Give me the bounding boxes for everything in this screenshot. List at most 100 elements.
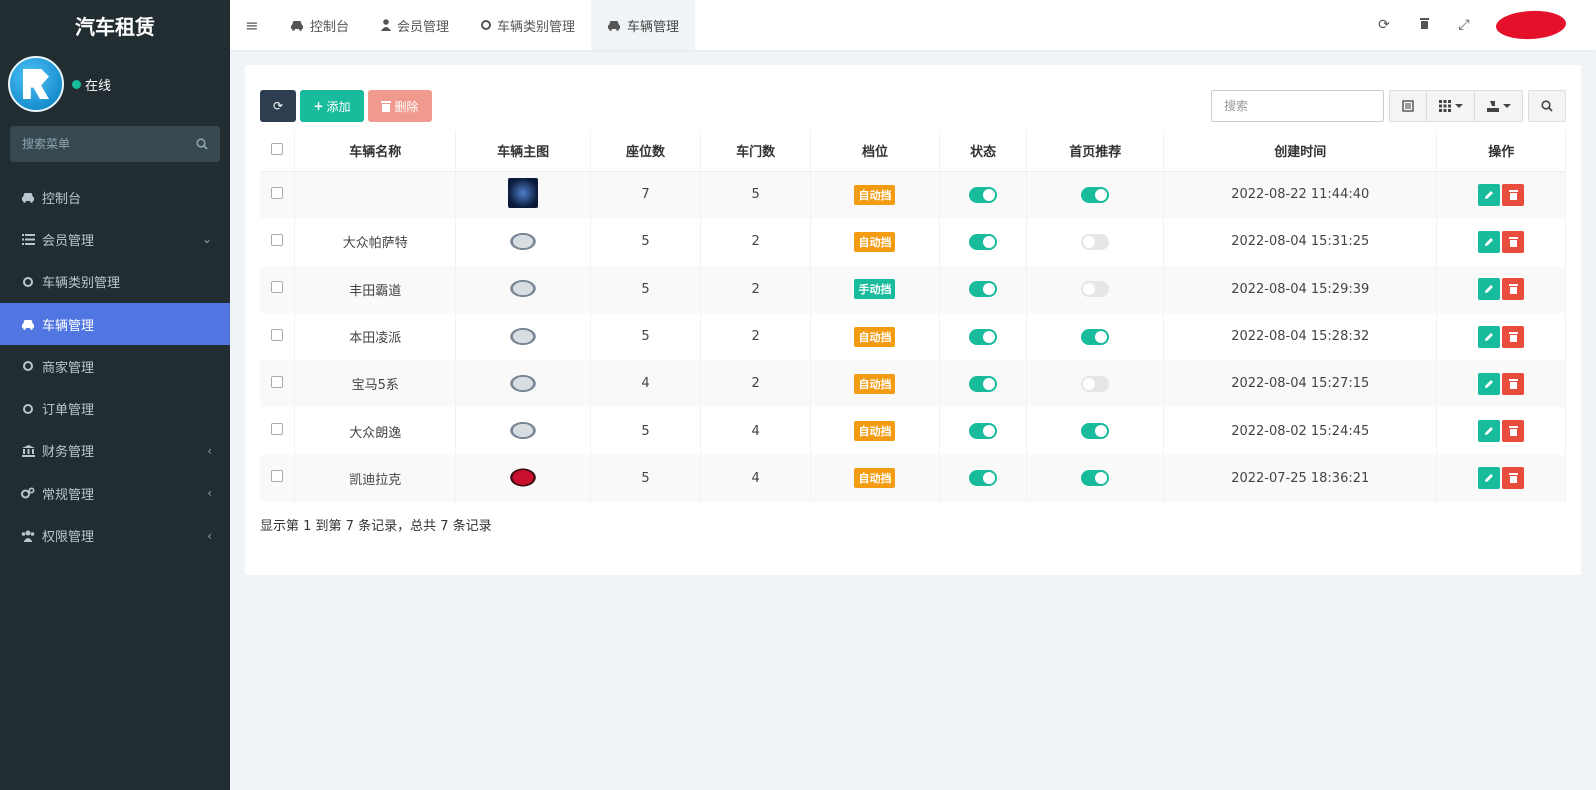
add-button[interactable]: + 添加	[300, 90, 364, 122]
refresh-button[interactable]: ⟳	[260, 90, 296, 122]
trash-icon	[1508, 331, 1518, 342]
recommend-toggle[interactable]	[1081, 281, 1110, 298]
column-header[interactable]: 档位	[810, 131, 940, 172]
online-status-label: 在线	[85, 78, 112, 94]
sidebar-item[interactable]: 商家管理	[0, 345, 230, 387]
app-title: 汽车租赁	[75, 14, 155, 39]
sidebar-item-label: 订单管理	[42, 403, 95, 419]
table-row[interactable]: 凯迪拉克 5 4 自动挡 2022-07-25 18:36:21	[260, 454, 1566, 503]
recommend-toggle[interactable]	[1081, 423, 1110, 440]
avatar[interactable]	[8, 56, 64, 112]
delete-row-button[interactable]	[1502, 325, 1525, 348]
row-checkbox[interactable]	[271, 423, 284, 436]
table-row[interactable]: 宝马5系 4 2 自动挡 2022-08-04 15:27:15	[260, 360, 1566, 408]
table-row[interactable]: 本田凌派 5 2 自动挡 2022-08-04 15:28:32	[260, 312, 1566, 361]
menu-toggle-icon[interactable]: ≡	[230, 16, 274, 35]
vehicle-thumbnail[interactable]	[508, 461, 539, 492]
sidebar-item[interactable]: 订单管理	[0, 387, 230, 429]
user-avatar[interactable]	[1495, 9, 1567, 41]
status-toggle[interactable]	[969, 233, 998, 250]
column-header[interactable]: 状态	[939, 131, 1028, 172]
status-toggle[interactable]	[969, 423, 998, 440]
delete-row-button[interactable]	[1502, 372, 1525, 395]
gear-badge: 自动挡	[854, 373, 896, 394]
column-header[interactable]: 创建时间	[1163, 131, 1438, 172]
column-header[interactable]: 座位数	[590, 131, 702, 172]
table-row[interactable]: 丰田霸道 5 2 手动挡 2022-08-04 15:29:39	[260, 265, 1566, 313]
recommend-toggle[interactable]	[1081, 328, 1110, 345]
delete-button[interactable]: 删除	[368, 90, 432, 122]
recommend-toggle[interactable]	[1081, 375, 1110, 392]
sidebar-item[interactable]: 会员管理 ⌄	[0, 218, 230, 260]
delete-row-button[interactable]	[1502, 420, 1525, 443]
sidebar-item[interactable]: 车辆类别管理	[0, 261, 230, 303]
row-checkbox[interactable]	[271, 186, 284, 199]
vehicle-thumbnail[interactable]	[508, 177, 539, 208]
seat-count: 5	[590, 218, 702, 266]
row-checkbox[interactable]	[271, 281, 284, 294]
edit-button[interactable]	[1478, 325, 1501, 348]
row-checkbox[interactable]	[271, 233, 284, 246]
created-time: 2022-08-02 15:24:45	[1163, 407, 1438, 455]
status-toggle[interactable]	[969, 470, 998, 487]
row-checkbox[interactable]	[271, 470, 284, 483]
sidebar-item[interactable]: 财务管理 ‹	[0, 430, 230, 472]
table-row[interactable]: 7 5 自动挡 2022-08-22 11:44:40	[260, 171, 1566, 219]
status-toggle[interactable]	[969, 281, 998, 298]
delete-row-button[interactable]	[1502, 467, 1525, 490]
sidebar-item[interactable]: 车辆管理	[0, 302, 230, 346]
edit-button[interactable]	[1478, 420, 1501, 443]
sidebar-item[interactable]: 控制台	[0, 176, 230, 218]
sidebar-item[interactable]: 权限管理 ‹	[0, 514, 230, 556]
column-header[interactable]: 首页推荐	[1026, 131, 1165, 172]
column-header[interactable]: 车辆名称	[294, 131, 457, 172]
delete-row-button[interactable]	[1502, 230, 1525, 253]
vehicle-thumbnail[interactable]	[508, 272, 539, 303]
recommend-toggle[interactable]	[1081, 470, 1110, 487]
trash-icon	[1508, 378, 1518, 389]
sidebar-item[interactable]: 常规管理 ‹	[0, 472, 230, 514]
status-toggle[interactable]	[969, 375, 998, 392]
edit-button[interactable]	[1478, 467, 1501, 490]
edit-button[interactable]	[1478, 230, 1501, 253]
vehicle-thumbnail[interactable]	[508, 366, 539, 397]
row-select-cell	[260, 171, 296, 219]
gear-badge: 自动挡	[854, 231, 896, 252]
select-all-checkbox[interactable]	[271, 142, 284, 155]
row-checkbox[interactable]	[271, 375, 284, 388]
vehicle-thumbnail[interactable]	[508, 414, 539, 445]
edit-button[interactable]	[1478, 183, 1501, 206]
gear-cell: 自动挡	[810, 171, 940, 219]
vehicle-thumbnail[interactable]	[508, 319, 539, 350]
table-search-input[interactable]	[1211, 90, 1384, 122]
vehicle-thumbnail[interactable]	[508, 224, 539, 255]
refresh-icon[interactable]: ⟳	[1364, 17, 1404, 33]
column-header[interactable]: 车辆主图	[455, 131, 591, 172]
nav-tab[interactable]: 会员管理	[365, 0, 465, 50]
sidebar-search-input[interactable]	[22, 137, 172, 151]
edit-button[interactable]	[1478, 372, 1501, 395]
row-select-cell	[260, 454, 296, 503]
table-row[interactable]: 大众帕萨特 5 2 自动挡 2022-08-04 15:31:25	[260, 218, 1566, 266]
recommend-toggle[interactable]	[1081, 186, 1110, 203]
nav-tab[interactable]: 车辆类别管理	[465, 0, 591, 50]
search-icon[interactable]	[196, 138, 208, 150]
nav-tab[interactable]: 车辆管理	[591, 0, 696, 50]
trash-icon[interactable]	[1404, 17, 1444, 33]
export-button[interactable]	[1475, 90, 1523, 122]
column-header[interactable]: 操作	[1436, 131, 1566, 172]
nav-tab[interactable]: 控制台	[274, 0, 365, 50]
table-row[interactable]: 大众朗逸 5 4 自动挡 2022-08-02 15:24:45	[260, 407, 1566, 455]
row-checkbox[interactable]	[271, 328, 284, 341]
recommend-toggle[interactable]	[1081, 233, 1110, 250]
edit-button[interactable]	[1478, 278, 1501, 301]
columns-button[interactable]	[1427, 90, 1475, 122]
status-toggle[interactable]	[969, 186, 998, 203]
advanced-search-button[interactable]	[1528, 90, 1566, 122]
column-header[interactable]: 车门数	[700, 131, 812, 172]
delete-row-button[interactable]	[1502, 183, 1525, 206]
status-toggle[interactable]	[969, 328, 998, 345]
toggle-view-button[interactable]	[1389, 90, 1427, 122]
fullscreen-icon[interactable]: ⤢	[1444, 17, 1484, 33]
delete-row-button[interactable]	[1502, 278, 1525, 301]
